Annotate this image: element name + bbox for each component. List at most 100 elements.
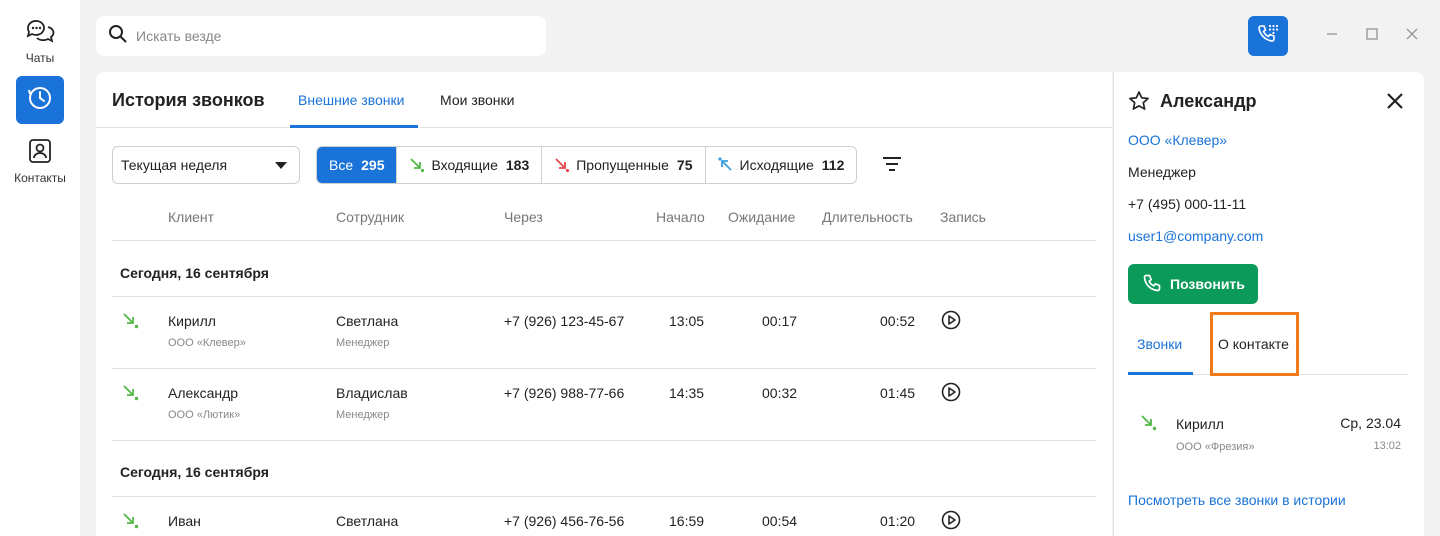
call-button-label: Позвонить bbox=[1170, 276, 1245, 292]
filter-outgoing-label: Исходящие bbox=[739, 157, 814, 173]
call-date: Ср, 23.04 bbox=[1340, 415, 1401, 431]
divider bbox=[112, 240, 1096, 241]
column-client[interactable]: Клиент bbox=[168, 209, 214, 225]
incoming-call-icon bbox=[122, 512, 140, 535]
incoming-call-icon bbox=[1140, 414, 1158, 437]
contact-email-link[interactable]: user1@company.com bbox=[1128, 228, 1263, 244]
tab-external-calls[interactable]: Внешние звонки bbox=[298, 92, 404, 108]
filter-outgoing[interactable]: Исходящие 112 bbox=[706, 147, 857, 183]
duration: 01:20 bbox=[880, 513, 916, 529]
play-recording-icon[interactable] bbox=[941, 310, 961, 330]
call-contact-company: ООО «Фрезия» bbox=[1176, 441, 1255, 453]
phone-icon bbox=[1142, 273, 1162, 296]
employee-name: Владислав bbox=[336, 385, 408, 401]
period-value: Текущая неделя bbox=[121, 157, 228, 173]
incoming-call-icon bbox=[409, 157, 425, 173]
filter-incoming-label: Входящие bbox=[431, 157, 498, 173]
tab-active-underline bbox=[1128, 372, 1193, 375]
column-wait[interactable]: Ожидание bbox=[728, 209, 795, 225]
chat-icon bbox=[25, 18, 55, 49]
incoming-call-icon bbox=[122, 384, 140, 407]
call-history-panel: История звонков Внешние звонки Мои звонк… bbox=[96, 72, 1112, 536]
clock-icon bbox=[27, 85, 53, 116]
filter-missed-count: 75 bbox=[676, 157, 693, 173]
via-number: +7 (926) 123-45-67 bbox=[504, 313, 625, 329]
tab-calls[interactable]: Звонки bbox=[1137, 336, 1182, 352]
dialpad-button[interactable] bbox=[1248, 16, 1288, 56]
column-via[interactable]: Через bbox=[504, 209, 543, 225]
column-start[interactable]: Начало bbox=[656, 209, 705, 225]
divider bbox=[112, 440, 1096, 441]
filter-missed-label: Пропущенные bbox=[576, 157, 669, 173]
incoming-call-icon bbox=[122, 312, 140, 335]
contacts-icon bbox=[27, 138, 53, 169]
play-recording-icon[interactable] bbox=[941, 510, 961, 530]
search-input[interactable] bbox=[136, 28, 516, 44]
start-time: 13:05 bbox=[669, 313, 705, 329]
filter-all[interactable]: Все 295 bbox=[317, 147, 398, 183]
column-recording[interactable]: Запись bbox=[940, 209, 986, 225]
missed-call-icon bbox=[554, 157, 570, 173]
maximize-icon bbox=[1366, 27, 1378, 45]
tab-my-calls[interactable]: Мои звонки bbox=[440, 92, 514, 108]
call-contact-name: Кирилл bbox=[1176, 416, 1224, 432]
minimize-icon bbox=[1326, 27, 1338, 45]
close-window-button[interactable] bbox=[1402, 26, 1422, 46]
group-title: Сегодня, 16 сентября bbox=[120, 464, 269, 480]
outgoing-call-icon bbox=[717, 157, 734, 173]
client-name: Александр bbox=[168, 385, 239, 401]
client-company: ООО «Лютик» bbox=[168, 409, 241, 421]
nav-contacts-label: Контакты bbox=[14, 171, 66, 185]
start-time: 14:35 bbox=[669, 385, 705, 401]
star-icon[interactable] bbox=[1128, 90, 1150, 117]
wait-time: 00:32 bbox=[762, 385, 798, 401]
contact-name: Александр bbox=[1160, 91, 1257, 111]
highlight-box bbox=[1210, 312, 1299, 376]
divider bbox=[112, 368, 1096, 369]
group-title: Сегодня, 16 сентября bbox=[120, 265, 269, 281]
nav-chats[interactable]: Чаты bbox=[0, 18, 80, 65]
contact-panel: Александр ООО «Клевер» Менеджер +7 (495)… bbox=[1113, 72, 1424, 536]
sort-filter-icon[interactable] bbox=[882, 156, 902, 177]
duration: 01:45 bbox=[880, 385, 916, 401]
employee-name: Светлана bbox=[336, 313, 399, 329]
employee-role: Менеджер bbox=[336, 409, 390, 421]
via-number: +7 (926) 456-76-56 bbox=[504, 513, 625, 529]
maximize-button[interactable] bbox=[1362, 26, 1382, 46]
contact-company-link[interactable]: ООО «Клевер» bbox=[1128, 132, 1227, 148]
client-name: Кирилл bbox=[168, 313, 216, 329]
phone-dialpad-icon bbox=[1256, 22, 1280, 51]
contact-phone: +7 (495) 000-11-11 bbox=[1128, 196, 1247, 212]
column-employee[interactable]: Сотрудник bbox=[336, 209, 404, 225]
nav-history[interactable] bbox=[16, 76, 64, 124]
close-icon bbox=[1406, 27, 1418, 45]
left-navigation: Чаты Контакты bbox=[0, 0, 80, 536]
view-all-calls-link[interactable]: Посмотреть все звонки в истории bbox=[1128, 492, 1346, 508]
filter-missed[interactable]: Пропущенные 75 bbox=[542, 147, 706, 183]
filter-all-label: Все bbox=[329, 157, 354, 173]
start-time: 16:59 bbox=[669, 513, 705, 529]
close-panel-icon[interactable] bbox=[1386, 92, 1404, 115]
nav-chats-label: Чаты bbox=[25, 51, 55, 65]
main-header: История звонков Внешние звонки Мои звонк… bbox=[96, 72, 1112, 128]
search-bar[interactable] bbox=[96, 16, 546, 56]
filter-incoming-count: 183 bbox=[505, 157, 530, 173]
via-number: +7 (926) 988-77-66 bbox=[504, 385, 625, 401]
client-company: ООО «Клевер» bbox=[168, 337, 246, 349]
call-type-filter: Все 295 Входящие 183 Пропущенные 75 Исхо… bbox=[316, 146, 858, 184]
duration: 00:52 bbox=[880, 313, 916, 329]
wait-time: 00:54 bbox=[762, 513, 798, 529]
contact-position: Менеджер bbox=[1128, 164, 1196, 180]
wait-time: 00:17 bbox=[762, 313, 798, 329]
divider bbox=[112, 296, 1096, 297]
page-title: История звонков bbox=[112, 90, 265, 110]
call-time: 13:02 bbox=[1373, 440, 1401, 452]
employee-name: Светлана bbox=[336, 513, 399, 529]
filter-incoming[interactable]: Входящие 183 bbox=[397, 147, 543, 183]
minimize-button[interactable] bbox=[1322, 26, 1342, 46]
call-button[interactable]: Позвонить bbox=[1128, 264, 1258, 304]
period-select[interactable]: Текущая неделя bbox=[112, 146, 300, 184]
play-recording-icon[interactable] bbox=[941, 382, 961, 402]
nav-contacts[interactable]: Контакты bbox=[0, 138, 80, 185]
column-duration[interactable]: Длительность bbox=[822, 209, 913, 225]
